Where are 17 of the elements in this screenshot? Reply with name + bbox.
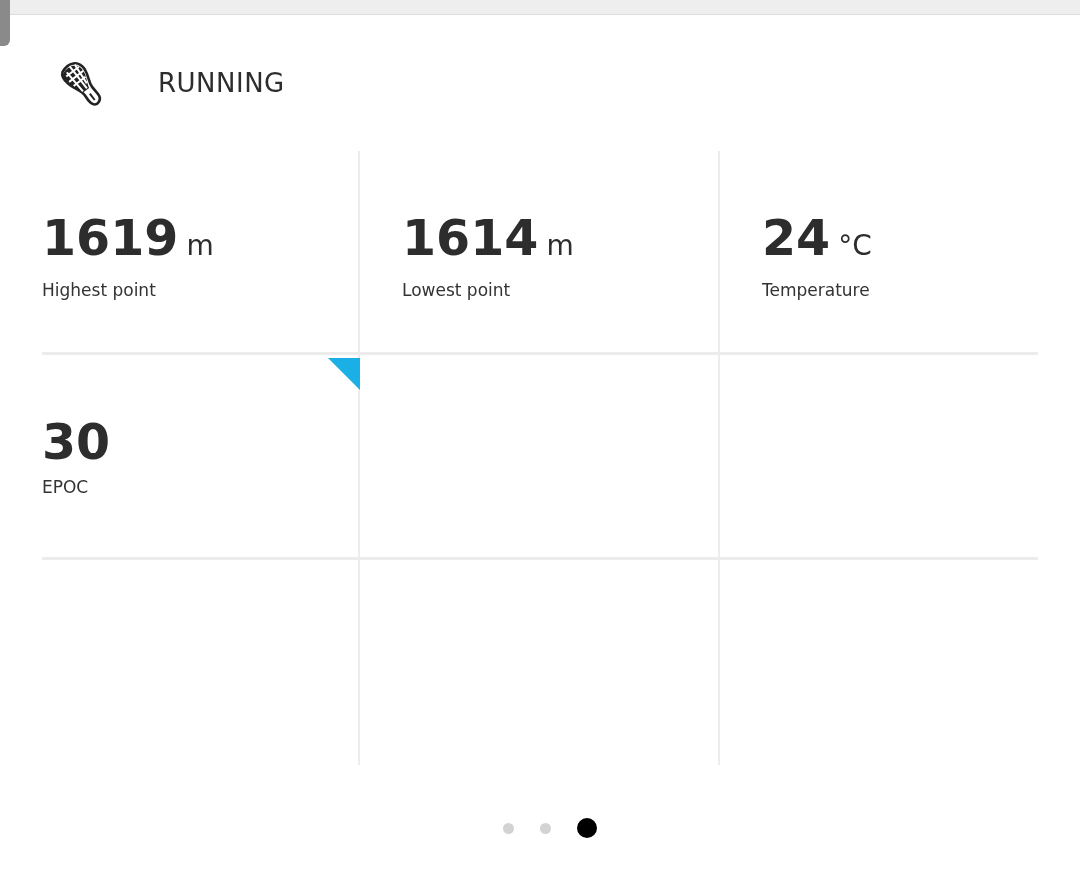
metric-value: 1614 m [402, 209, 574, 269]
metric-label: Highest point [42, 280, 156, 300]
metric-label: Temperature [762, 280, 870, 300]
page-indicator-dot[interactable] [503, 822, 514, 834]
page-indicator-dot[interactable] [540, 822, 551, 834]
metric-tile[interactable]: 30 EPOC [42, 355, 360, 560]
scroll-handle[interactable] [0, 0, 10, 46]
metric-tile[interactable]: 24 °C Temperature [720, 151, 1038, 355]
metric-label: EPOC [42, 477, 89, 497]
metric-value: 24 °C [762, 209, 872, 269]
page-indicator-dot[interactable] [577, 818, 597, 838]
metric-tile[interactable]: 1614 m Lowest point [360, 151, 720, 355]
metric-value: 30 [42, 413, 111, 473]
metric-tile[interactable]: 1619 m Highest point [42, 151, 360, 355]
metric-value: 1619 m [42, 209, 214, 269]
activity-title: RUNNING [158, 68, 285, 98]
metric-label: Lowest point [402, 280, 511, 300]
